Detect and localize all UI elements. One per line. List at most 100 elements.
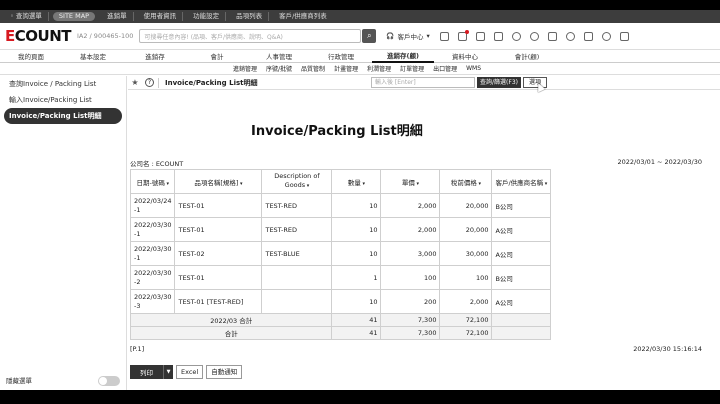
option-button[interactable]: 選項 xyxy=(522,77,547,93)
submenu-item[interactable]: 序號/批號 xyxy=(266,64,292,73)
clock-icon[interactable] xyxy=(565,31,575,41)
board-icon[interactable] xyxy=(493,31,503,41)
global-search-input[interactable]: 可搜尋任意內容! (品項、客戶/供應商、說明、Q&A) xyxy=(139,29,362,43)
submenu-item[interactable]: 計畫管理 xyxy=(334,64,358,73)
menu-admin[interactable]: 行政管理 xyxy=(310,51,372,61)
quick-link[interactable]: 功能設定 xyxy=(187,12,227,21)
menu-hr[interactable]: 人事管理 xyxy=(248,51,310,61)
cell-date[interactable]: 2022/03/30 -1 xyxy=(129,217,176,242)
report-period: 2022/03/01 ~ 2022/03/30 xyxy=(617,158,702,166)
sidebar-item-invoice-detail[interactable]: Invoice/Packing List明細 xyxy=(4,108,122,124)
table-row[interactable]: 2022/03/24 -1 TEST-01 TEST-RED 10 2,000 … xyxy=(129,193,552,218)
cell-description: TEST-BLUE xyxy=(261,241,333,266)
menu-data-center[interactable]: 資料中心 xyxy=(434,51,496,61)
column-header-item[interactable]: 品項名稱[規格] ▾ xyxy=(174,169,263,194)
menu-accounting-adv[interactable]: 會計(顧) xyxy=(496,51,558,61)
menu-accounting[interactable]: 會計 xyxy=(186,51,248,61)
report-title: Invoice/Packing List明細 xyxy=(251,124,423,139)
mail-icon[interactable] xyxy=(547,31,557,41)
cell-amount: 2,000 xyxy=(439,289,493,314)
calendar-icon[interactable] xyxy=(475,31,485,41)
column-header-price[interactable]: 單價 ▾ xyxy=(380,169,441,194)
cell-price: 2,000 xyxy=(380,193,441,218)
document-icon[interactable] xyxy=(583,31,593,41)
menu-inventory-adv[interactable]: 進銷存(顧) xyxy=(372,50,434,63)
hide-menu-label: 隱藏選單 xyxy=(6,377,32,385)
subtotal-empty xyxy=(491,313,552,327)
cell-description xyxy=(261,265,333,290)
table-row[interactable]: 2022/03/30 -2 TEST-01 1 100 100 B公司 xyxy=(129,265,552,290)
cell-amount: 30,000 xyxy=(439,241,493,266)
sidebar: 查詢Invoice / Packing List 輸入Invoice/Packi… xyxy=(0,76,127,390)
table-row[interactable]: 2022/03/30 -1 TEST-02 TEST-BLUE 10 3,000… xyxy=(129,241,552,266)
table-row[interactable]: 2022/03/30 -1 TEST-01 TEST-RED 10 2,000 … xyxy=(129,217,552,242)
table-row[interactable]: 2022/03/30 -3 TEST-01 [TEST-RED] 10 200 … xyxy=(129,289,552,314)
subtotal-label: 2022/03 合計 xyxy=(129,313,333,327)
submenu-item[interactable]: WMS xyxy=(466,65,481,72)
ecount-logo[interactable]: E COUNT xyxy=(5,27,71,45)
cell-qty: 10 xyxy=(331,217,382,242)
logout-icon[interactable] xyxy=(619,31,629,41)
search-icon[interactable]: ⌕ xyxy=(362,29,377,43)
sidebar-item-input-invoice[interactable]: 輸入Invoice/Packing List xyxy=(0,92,126,108)
total-row: 合計 41 7,300 72,100 xyxy=(129,326,552,340)
hide-menu-toggle[interactable] xyxy=(98,376,120,386)
cell-date[interactable]: 2022/03/24 -1 xyxy=(129,193,176,218)
quick-link[interactable]: 使用者資訊 xyxy=(138,12,184,21)
header-icons xyxy=(439,29,629,41)
cell-customer: B公司 xyxy=(491,193,552,218)
column-header-amount[interactable]: 稅前價格 ▾ xyxy=(439,169,493,194)
cell-date[interactable]: 2022/03/30 -2 xyxy=(129,265,176,290)
caret-down-icon[interactable]: ▼ xyxy=(163,365,173,379)
cell-amount: 20,000 xyxy=(439,217,493,242)
cell-customer: A公司 xyxy=(491,217,552,242)
user-icon[interactable] xyxy=(601,31,611,41)
print-button[interactable]: 列印 ▼ xyxy=(130,365,173,379)
report-table: 日期-號碼 ▾ 品項名稱[規格] ▾ Description of Goods … xyxy=(129,169,552,340)
submenu-item[interactable]: 出口管理 xyxy=(433,64,457,73)
quick-link[interactable]: 進銷單 xyxy=(101,12,134,21)
total-price: 7,300 xyxy=(380,326,441,340)
quick-link[interactable]: 客戶/供應商列表 xyxy=(273,12,333,21)
submenu-item[interactable]: 品質管制 xyxy=(301,64,325,73)
table-header-row: 日期-號碼 ▾ 品項名稱[規格] ▾ Description of Goods … xyxy=(129,169,552,194)
menu-search-link[interactable]: ◦ 查詢選單 xyxy=(4,12,49,21)
toolbar: ★ ? Invoice/Packing List明細 輸入後 [Enter] 查… xyxy=(128,76,720,93)
column-header-customer[interactable]: 客戶/供應商名稱 ▾ xyxy=(491,169,552,194)
quick-link[interactable]: 品項列表 xyxy=(230,12,270,21)
star-icon[interactable]: ★ xyxy=(128,78,142,87)
approval-icon[interactable] xyxy=(457,29,469,41)
submenu-item[interactable]: 訂單管理 xyxy=(400,64,424,73)
cell-item: TEST-02 xyxy=(174,241,263,266)
cell-qty: 10 xyxy=(331,241,382,266)
filter-input[interactable]: 輸入後 [Enter] xyxy=(371,77,475,88)
bell-icon[interactable] xyxy=(529,31,539,41)
cell-item: TEST-01 [TEST-RED] xyxy=(174,289,263,314)
cell-date[interactable]: 2022/03/30 -3 xyxy=(129,289,176,314)
menu-my-page[interactable]: 我的頁面 xyxy=(0,51,62,61)
menu-basic-settings[interactable]: 基本設定 xyxy=(62,51,124,61)
auto-notify-button[interactable]: 自動通知 xyxy=(206,365,243,379)
cell-description: TEST-RED xyxy=(261,217,333,242)
menu-inventory[interactable]: 進銷存 xyxy=(124,51,186,61)
submenu-item[interactable]: 進銷管理 xyxy=(233,64,257,73)
column-header-description[interactable]: Description of Goods ▾ xyxy=(261,169,333,194)
support-center-button[interactable]: 🎧 客戶中心 ▾ xyxy=(386,31,429,41)
help-icon[interactable]: ? xyxy=(145,78,154,87)
column-header-date[interactable]: 日期-號碼 ▾ xyxy=(129,169,176,194)
excel-button[interactable]: Excel xyxy=(176,365,204,379)
sitemap-button[interactable]: SITE MAP xyxy=(52,12,96,21)
cell-item: TEST-01 xyxy=(174,193,263,218)
company-name: 公司名 : ECOUNT xyxy=(130,160,184,168)
cell-date[interactable]: 2022/03/30 -1 xyxy=(129,241,176,266)
query-filter-button[interactable]: 查詢/篩選(F3) xyxy=(477,77,521,88)
alert-icon[interactable] xyxy=(511,31,521,41)
monitor-icon[interactable] xyxy=(439,31,449,41)
column-header-qty[interactable]: 數量 ▾ xyxy=(331,169,382,194)
cell-price: 200 xyxy=(380,289,441,314)
print-timestamp: 2022/03/30 15:16:14 xyxy=(633,345,702,353)
submenu-item[interactable]: 利潤管理 xyxy=(367,64,391,73)
mouse-cursor-icon xyxy=(534,81,546,93)
sidebar-item-search-invoice[interactable]: 查詢Invoice / Packing List xyxy=(0,76,126,92)
quick-bar: ◦ 查詢選單 SITE MAP 進銷單 使用者資訊 功能設定 品項列表 客戶/供… xyxy=(0,10,720,23)
